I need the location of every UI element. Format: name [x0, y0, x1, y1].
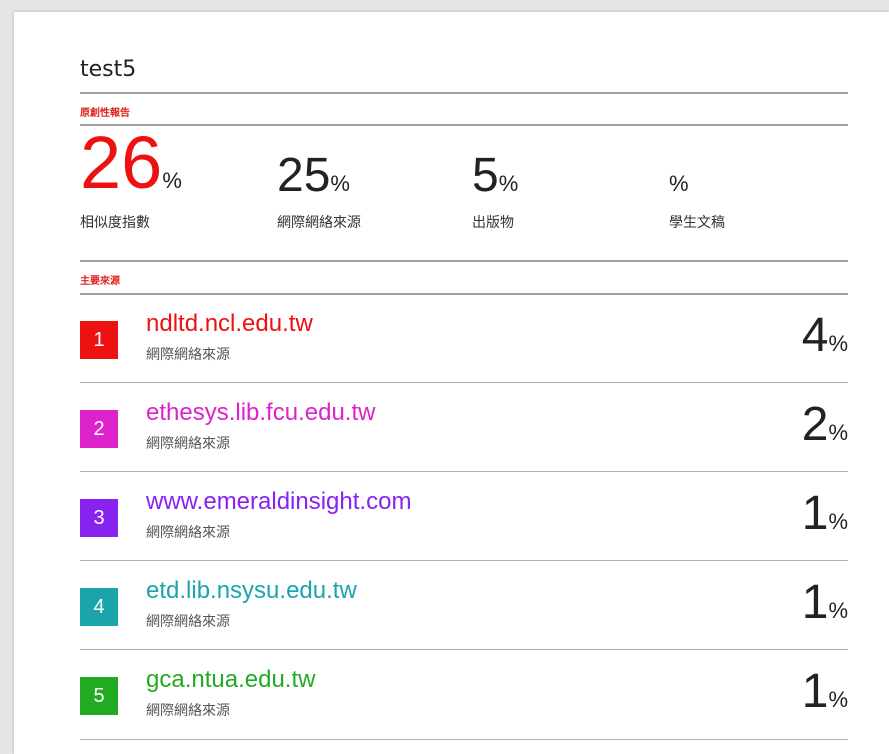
source-type-label: 網際網絡來源: [146, 614, 230, 630]
publications-caption: 出版物: [472, 215, 514, 231]
source-domain-link[interactable]: gca.ntua.edu.tw: [146, 666, 315, 694]
internet-sources-caption: 網際網絡來源: [277, 215, 361, 231]
source-row-2: 2 ethesys.lib.fcu.edu.tw 網際網絡來源 2%: [80, 383, 848, 471]
student-papers-unit: %: [669, 171, 689, 196]
source-row-1: 1 ndltd.ncl.edu.tw 網際網絡來源 4%: [80, 294, 848, 382]
source-rank-badge: 1: [80, 321, 118, 359]
source-percent-value: 1: [801, 665, 829, 718]
source-type-label: 網際網絡來源: [146, 525, 230, 541]
source-percent-unit: %: [828, 687, 848, 712]
publications-value: 5: [472, 149, 499, 202]
stat-student-papers: % 學生文稿: [669, 132, 849, 242]
source-percent: 4%: [802, 312, 848, 360]
source-row-4: 4 etd.lib.nsysu.edu.tw 網際網絡來源 1%: [80, 561, 848, 649]
source-percent: 1%: [802, 490, 848, 538]
internet-sources-unit: %: [330, 171, 350, 196]
title-divider: [80, 92, 848, 94]
source-rank-badge: 5: [80, 677, 118, 715]
stat-similarity-index: 26% 相似度指數: [80, 126, 260, 242]
primary-sources-label: 主要來源: [80, 276, 120, 287]
source-percent-value: 2: [801, 398, 829, 451]
stat-publications: 5% 出版物: [472, 132, 652, 242]
source-domain-link[interactable]: ethesys.lib.fcu.edu.tw: [146, 399, 375, 427]
source-percent: 1%: [802, 579, 848, 627]
source-percent-unit: %: [828, 509, 848, 534]
source-percent-unit: %: [828, 420, 848, 445]
source-domain-link[interactable]: www.emeraldinsight.com: [146, 488, 411, 516]
source-percent-value: 4: [801, 309, 829, 362]
internet-sources-value: 25: [277, 149, 331, 202]
stats-divider: [80, 260, 848, 262]
source-percent-unit: %: [828, 598, 848, 623]
originality-report-label: 原創性報告: [80, 108, 130, 119]
document-title: test5: [80, 57, 137, 82]
publications-unit: %: [498, 171, 519, 196]
similarity-index-value: 26: [80, 121, 163, 204]
stat-internet-sources: 25% 網際網絡來源: [277, 132, 457, 242]
source-type-label: 網際網絡來源: [146, 347, 230, 363]
source-divider: [80, 739, 848, 740]
source-domain-link[interactable]: ndltd.ncl.edu.tw: [146, 310, 313, 338]
source-rank-badge: 4: [80, 588, 118, 626]
source-row-3: 3 www.emeraldinsight.com 網際網絡來源 1%: [80, 472, 848, 560]
source-rank-badge: 3: [80, 499, 118, 537]
student-papers-caption: 學生文稿: [669, 215, 725, 231]
source-domain-link[interactable]: etd.lib.nsysu.edu.tw: [146, 577, 357, 605]
source-type-label: 網際網絡來源: [146, 436, 230, 452]
similarity-index-caption: 相似度指數: [80, 215, 150, 231]
source-rank-badge: 2: [80, 410, 118, 448]
source-type-label: 網際網絡來源: [146, 703, 230, 719]
source-percent-unit: %: [828, 331, 848, 356]
source-percent: 1%: [802, 668, 848, 716]
source-percent: 2%: [802, 401, 848, 449]
source-percent-value: 1: [801, 576, 829, 629]
originality-divider: [80, 124, 848, 126]
source-row-5: 5 gca.ntua.edu.tw 網際網絡來源 1%: [80, 650, 848, 738]
source-percent-value: 1: [801, 487, 829, 540]
report-page: test5 原創性報告 26% 相似度指數 25% 網際網絡來源 5% 出版物 …: [14, 12, 889, 754]
similarity-index-unit: %: [162, 168, 182, 193]
